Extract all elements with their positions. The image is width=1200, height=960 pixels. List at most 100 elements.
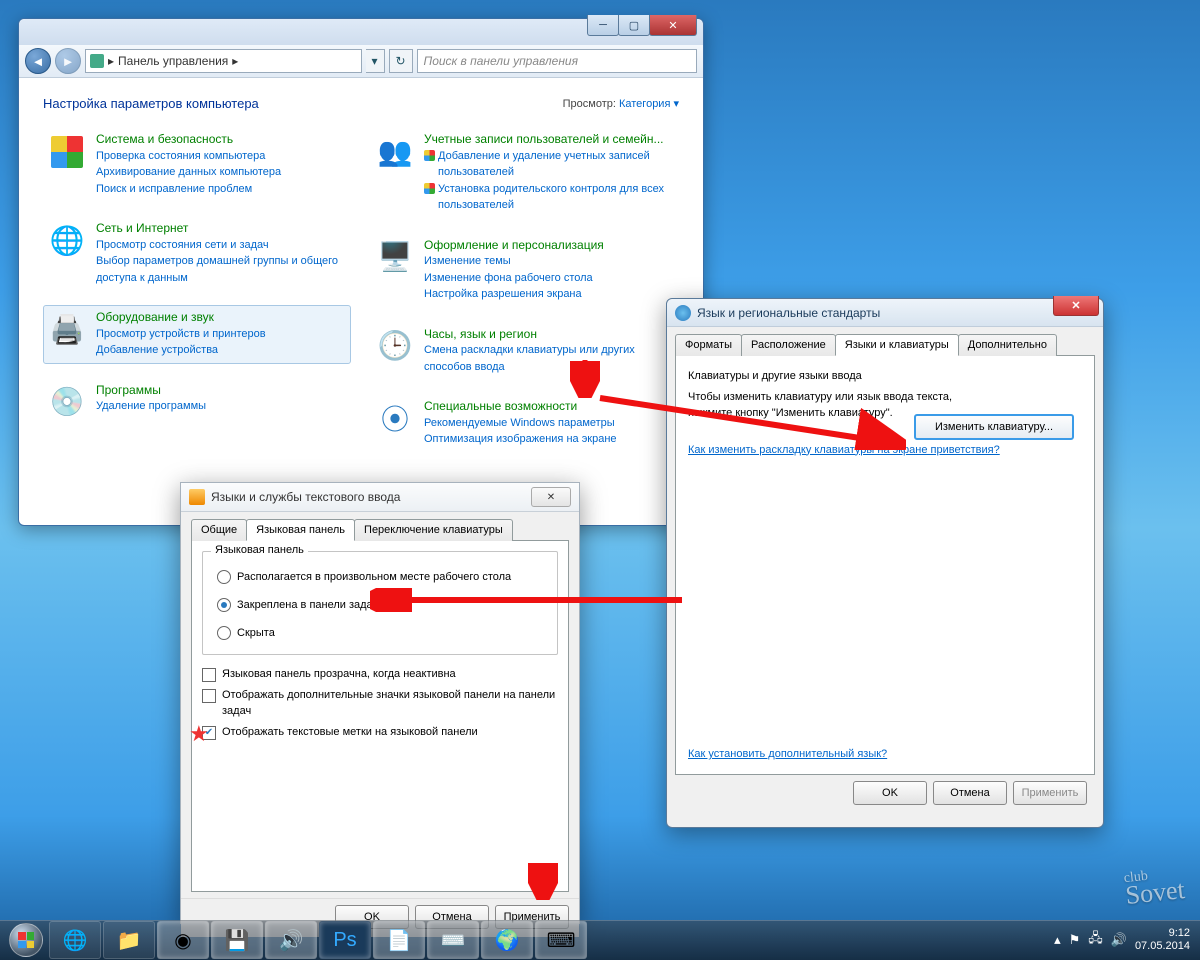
clock-globe-icon: 🕒 xyxy=(376,327,414,365)
cp-link[interactable]: Удаление программы xyxy=(96,398,346,415)
cp-link[interactable]: Изменение фона рабочего стола xyxy=(424,270,674,287)
help-link-install-language[interactable]: Как установить дополнительный язык? xyxy=(688,748,887,760)
cancel-button[interactable]: Отмена xyxy=(933,781,1007,805)
cat-clock-language-region[interactable]: 🕒 Часы, язык и регион Смена раскладки кл… xyxy=(371,322,679,381)
desktop-icon: 🖥️ xyxy=(376,238,414,276)
volume-tray-icon[interactable]: 🔊 xyxy=(1111,932,1127,948)
cp-link[interactable]: Установка родительского контроля для все… xyxy=(424,181,674,214)
star-annotation-icon: ★ xyxy=(189,719,209,750)
cp-link[interactable]: Добавление и удаление учетных записей по… xyxy=(424,148,674,181)
taskbar-word[interactable]: 📄 xyxy=(373,921,425,959)
language-bar-icon xyxy=(189,489,205,505)
view-selector[interactable]: Просмотр: Категория ▾ xyxy=(563,97,679,110)
flag-icon[interactable]: ⚑ xyxy=(1069,932,1081,948)
checkbox-icon xyxy=(202,689,216,703)
checkbox-transparent[interactable]: Языковая панель прозрачна, когда неактив… xyxy=(202,667,558,682)
cp-link[interactable]: Добавление устройства xyxy=(96,342,346,359)
show-hidden-icon[interactable]: ▴ xyxy=(1054,932,1061,948)
close-button[interactable]: ✕ xyxy=(649,15,697,36)
rg-titlebar: Язык и региональные стандарты ✕ xyxy=(667,299,1103,327)
radio-docked-taskbar[interactable]: Закреплена в панели задач xyxy=(217,598,547,612)
cp-link[interactable]: Просмотр состояния сети и задач xyxy=(96,237,346,254)
cp-toolbar: ◄ ► ▸ Панель управления ▸ ▾ ↻ Поиск в па… xyxy=(19,45,703,78)
uac-shield-icon xyxy=(424,183,435,194)
taskbar-photoshop[interactable]: Ps xyxy=(319,921,371,959)
cp-link[interactable]: Смена раскладки клавиатуры или других сп… xyxy=(424,342,674,375)
taskbar-save[interactable]: 💾 xyxy=(211,921,263,959)
maximize-button[interactable]: ▢ xyxy=(618,15,650,36)
apply-button[interactable]: Применить xyxy=(1013,781,1087,805)
cp-link[interactable]: Рекомендуемые Windows параметры xyxy=(424,415,674,432)
text-services-dialog: Языки и службы текстового ввода ✕ Общие … xyxy=(180,482,580,924)
taskbar-chrome[interactable]: ◉ xyxy=(157,921,209,959)
shield-icon xyxy=(48,132,86,170)
control-panel-window: ─ ▢ ✕ ◄ ► ▸ Панель управления ▸ ▾ ↻ Поис… xyxy=(18,18,704,526)
tab-key-switch[interactable]: Переключение клавиатуры xyxy=(354,519,513,541)
tab-administrative[interactable]: Дополнительно xyxy=(958,334,1057,356)
checkbox-icon xyxy=(202,668,216,682)
cp-link[interactable]: Поиск и исправление проблем xyxy=(96,181,346,198)
change-keyboard-button[interactable]: Изменить клавиатуру... xyxy=(914,414,1074,440)
address-bar[interactable]: ▸ Панель управления ▸ xyxy=(85,49,362,73)
region-language-dialog: Язык и региональные стандарты ✕ Форматы … xyxy=(666,298,1104,828)
cp-link[interactable]: Проверка состояния компьютера xyxy=(96,148,346,165)
section-heading: Клавиатуры и другие языки ввода xyxy=(688,368,1082,385)
cp-link[interactable]: Архивирование данных компьютера xyxy=(96,164,346,181)
control-panel-icon xyxy=(90,54,104,68)
cat-user-accounts[interactable]: 👥 Учетные записи пользователей и семейн.… xyxy=(371,127,679,219)
windows-orb-icon xyxy=(9,923,43,957)
minimize-button[interactable]: ─ xyxy=(587,15,619,36)
taskbar-region[interactable]: 🌍 xyxy=(481,921,533,959)
back-button[interactable]: ◄ xyxy=(25,48,51,74)
forward-button[interactable]: ► xyxy=(55,48,81,74)
radio-icon xyxy=(217,570,231,584)
cp-titlebar: ─ ▢ ✕ xyxy=(19,19,703,45)
page-title: Настройка параметров компьютера xyxy=(43,96,259,111)
cat-ease-of-access[interactable]: ⦿ Специальные возможности Рекомендуемые … xyxy=(371,394,679,453)
tab-general[interactable]: Общие xyxy=(191,519,247,541)
tab-location[interactable]: Расположение xyxy=(741,334,836,356)
cp-link[interactable]: Выбор параметров домашней группы и общег… xyxy=(96,253,346,286)
checkbox-text-labels[interactable]: ★ ✔Отображать текстовые метки на языково… xyxy=(202,725,558,740)
close-button[interactable]: ✕ xyxy=(1053,296,1099,316)
clock[interactable]: 9:12 07.05.2014 xyxy=(1135,927,1190,953)
taskbar-keyboard[interactable]: ⌨️ xyxy=(427,921,479,959)
network-tray-icon[interactable]: 🖧 xyxy=(1088,929,1103,951)
start-button[interactable] xyxy=(4,922,48,958)
cp-link[interactable]: Просмотр устройств и принтеров xyxy=(96,326,346,343)
address-dropdown[interactable]: ▾ xyxy=(366,49,385,73)
help-link-welcome-screen[interactable]: Как изменить раскладку клавиатуры на экр… xyxy=(688,444,1000,456)
cp-link[interactable]: Изменение темы xyxy=(424,253,674,270)
ok-button[interactable]: OK xyxy=(853,781,927,805)
tab-language-bar[interactable]: Языковая панель xyxy=(246,519,355,541)
ts-tabs: Общие Языковая панель Переключение клави… xyxy=(191,519,569,541)
cat-appearance[interactable]: 🖥️ Оформление и персонализация Изменение… xyxy=(371,233,679,308)
close-button[interactable]: ✕ xyxy=(531,487,571,507)
cp-link[interactable]: Настройка разрешения экрана xyxy=(424,286,674,303)
tab-keyboards[interactable]: Языки и клавиатуры xyxy=(835,334,959,356)
users-icon: 👥 xyxy=(376,132,414,170)
globe-network-icon: 🌐 xyxy=(48,221,86,259)
checkbox-additional-icons[interactable]: Отображать дополнительные значки языково… xyxy=(202,688,558,719)
radio-floating[interactable]: Располагается в произвольном месте рабоч… xyxy=(217,570,547,584)
taskbar-ie[interactable]: 🌐 xyxy=(49,921,101,959)
cat-system-security[interactable]: Система и безопасность Проверка состояни… xyxy=(43,127,351,202)
cat-programs[interactable]: 💿 Программы Удаление программы xyxy=(43,378,351,426)
uac-shield-icon xyxy=(424,150,435,161)
taskbar-language-bar[interactable]: ⌨ xyxy=(535,921,587,959)
taskbar-volume[interactable]: 🔊 xyxy=(265,921,317,959)
radio-icon xyxy=(217,598,231,612)
system-tray[interactable]: ▴ ⚑ 🖧 🔊 9:12 07.05.2014 xyxy=(1054,927,1196,953)
ease-of-access-icon: ⦿ xyxy=(376,399,414,437)
taskbar-explorer[interactable]: 📁 xyxy=(103,921,155,959)
refresh-button[interactable]: ↻ xyxy=(389,49,413,73)
cp-link[interactable]: Оптимизация изображения на экране xyxy=(424,431,674,448)
radio-icon xyxy=(217,626,231,640)
cat-hardware-sound[interactable]: 🖨️ Оборудование и звук Просмотр устройст… xyxy=(43,305,351,364)
watermark: club Sovet xyxy=(1123,865,1186,911)
printer-icon: 🖨️ xyxy=(48,310,86,348)
search-input[interactable]: Поиск в панели управления xyxy=(417,49,698,73)
cat-network[interactable]: 🌐 Сеть и Интернет Просмотр состояния сет… xyxy=(43,216,351,291)
radio-hidden[interactable]: Скрыта xyxy=(217,626,547,640)
tab-formats[interactable]: Форматы xyxy=(675,334,742,356)
